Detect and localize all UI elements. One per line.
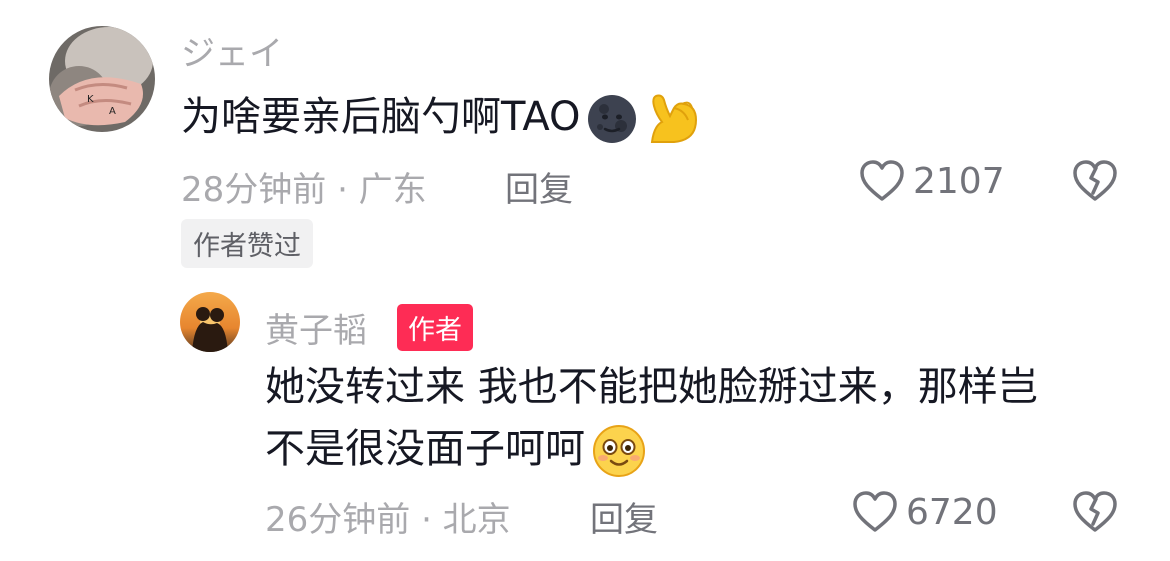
reply-like-button[interactable]: 6720 xyxy=(852,490,998,534)
flushed-smile-icon xyxy=(591,423,647,479)
reply-avatar[interactable] xyxy=(180,292,240,352)
reply-time-location: 26分钟前 · 北京 xyxy=(265,500,511,540)
reply-like-count: 6720 xyxy=(906,491,998,533)
dislike-button[interactable] xyxy=(1072,159,1118,203)
reply-button[interactable]: 回复 xyxy=(505,162,573,211)
comment-text: 为啥要亲后脑勺啊TAO xyxy=(181,86,702,148)
reply-text: 她没转过来 我也不能把她脸掰过来，那样岂 不是很没面子呵呵 xyxy=(265,356,1145,480)
new-moon-face-icon xyxy=(586,93,638,145)
flexed-biceps-icon xyxy=(644,90,702,148)
avatar[interactable]: K A xyxy=(49,26,155,132)
author-badge: 作者 xyxy=(397,304,473,351)
reply-button[interactable]: 回复 xyxy=(590,492,658,541)
broken-heart-icon xyxy=(1072,159,1118,203)
comment-thread: K A ジェイ 为啥要亲后脑勺啊TAO 28分钟前 · 广东 回复 2107 作… xyxy=(0,0,1170,561)
heart-icon xyxy=(859,159,905,203)
comment-text-content: 为啥要亲后脑勺啊TAO xyxy=(181,94,581,140)
comment-time-location: 28分钟前 · 广东 xyxy=(181,170,427,210)
svg-text:A: A xyxy=(109,106,116,117)
reply-text-line2: 不是很没面子呵呵 xyxy=(265,426,585,472)
like-count: 2107 xyxy=(913,160,1005,202)
comment-username[interactable]: ジェイ xyxy=(181,26,283,75)
broken-heart-icon xyxy=(1072,490,1118,534)
reply-text-line1: 她没转过来 我也不能把她脸掰过来，那样岂 xyxy=(265,364,1038,410)
svg-text:K: K xyxy=(87,94,94,105)
reply-username[interactable]: 黄子韬 xyxy=(265,303,367,352)
author-liked-badge: 作者赞过 xyxy=(181,219,313,268)
heart-icon xyxy=(852,490,898,534)
reply-dislike-button[interactable] xyxy=(1072,490,1118,534)
like-button[interactable]: 2107 xyxy=(859,159,1005,203)
